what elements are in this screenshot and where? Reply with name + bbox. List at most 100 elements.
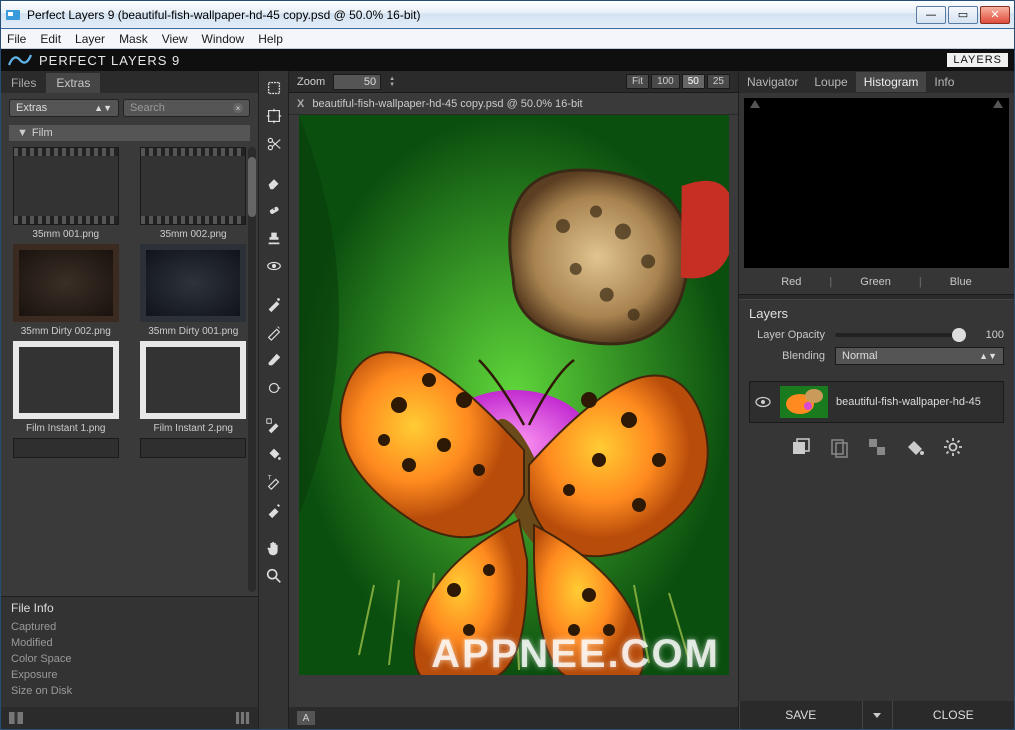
- file-info-panel: File Info Captured Modified Color Space …: [1, 596, 258, 707]
- opacity-row: Layer Opacity 100: [749, 329, 1004, 341]
- file-info-row: Color Space: [11, 651, 248, 667]
- tab-extras[interactable]: Extras: [46, 73, 100, 93]
- menubar: File Edit Layer Mask View Window Help: [1, 29, 1014, 49]
- save-button[interactable]: SAVE: [739, 701, 862, 729]
- updown-icon: ▲▼: [979, 351, 997, 361]
- maximize-button[interactable]: ▭: [948, 6, 978, 24]
- merge-layer-icon[interactable]: [865, 435, 889, 459]
- compare-mode-icon[interactable]: A: [297, 711, 315, 725]
- left-bottombar: [1, 707, 258, 729]
- stamp-tool-icon[interactable]: [261, 225, 287, 251]
- titlebar: Perfect Layers 9 (beautiful-fish-wallpap…: [1, 1, 1014, 29]
- thumb-item[interactable]: 35mm 001.png: [7, 147, 125, 240]
- zoom-label: Zoom: [297, 76, 325, 88]
- thumb-item[interactable]: Film Instant 1.png: [7, 341, 125, 434]
- tab-info[interactable]: Info: [926, 72, 962, 92]
- layers-panel: Layers Layer Opacity 100 Blending Normal…: [739, 300, 1014, 701]
- document-tab[interactable]: X beautiful-fish-wallpaper-hd-45 copy.ps…: [289, 93, 738, 115]
- settings-icon[interactable]: [941, 435, 965, 459]
- category-dropdown-label: Extras: [16, 102, 47, 114]
- brush-tool-icon[interactable]: [261, 347, 287, 373]
- document-tab-label: beautiful-fish-wallpaper-hd-45 copy.psd …: [312, 98, 582, 110]
- opacity-slider[interactable]: [835, 333, 966, 337]
- scissors-tool-icon[interactable]: [261, 131, 287, 157]
- text-tool-icon[interactable]: [261, 497, 287, 523]
- tab-histogram[interactable]: Histogram: [856, 72, 927, 92]
- filter-row: Extras ▲▼ Search ×: [1, 93, 258, 123]
- canvas-image: [299, 115, 729, 675]
- view-list-icon[interactable]: [9, 712, 23, 724]
- menu-file[interactable]: File: [7, 32, 26, 46]
- mask-brush-icon[interactable]: [261, 413, 287, 439]
- blending-row: Blending Normal ▲▼: [749, 347, 1004, 365]
- zoom-input[interactable]: 50: [333, 74, 381, 90]
- menu-mask[interactable]: Mask: [119, 32, 148, 46]
- clone-tool-icon[interactable]: [261, 375, 287, 401]
- file-info-title: File Info: [11, 601, 248, 615]
- tab-navigator[interactable]: Navigator: [739, 72, 806, 92]
- zoom-100-button[interactable]: 100: [651, 74, 680, 89]
- retouch-b-icon[interactable]: [261, 319, 287, 345]
- crop-tool-icon[interactable]: [261, 75, 287, 101]
- menu-help[interactable]: Help: [258, 32, 283, 46]
- visibility-icon[interactable]: [754, 396, 772, 408]
- tab-loupe[interactable]: Loupe: [806, 72, 855, 92]
- eraser-tool-icon[interactable]: [261, 169, 287, 195]
- close-button[interactable]: ✕: [980, 6, 1010, 24]
- layer-row[interactable]: beautiful-fish-wallpaper-hd-45: [749, 381, 1004, 423]
- channel-red[interactable]: Red: [781, 276, 801, 288]
- save-options-button[interactable]: [862, 701, 892, 729]
- highlight-clip-icon[interactable]: [993, 100, 1003, 108]
- tab-files[interactable]: Files: [1, 73, 46, 93]
- zoom-50-button[interactable]: 50: [682, 74, 705, 89]
- menu-view[interactable]: View: [162, 32, 188, 46]
- thumb-item[interactable]: [135, 438, 253, 458]
- minimize-button[interactable]: —: [916, 6, 946, 24]
- thumb-item[interactable]: Film Instant 2.png: [135, 341, 253, 434]
- canvas[interactable]: APPNEE.COM: [289, 115, 738, 707]
- shadow-clip-icon[interactable]: [750, 100, 760, 108]
- thumb-item[interactable]: 35mm Dirty 002.png: [7, 244, 125, 337]
- file-info-row: Exposure: [11, 667, 248, 683]
- duplicate-layer-icon[interactable]: [827, 435, 851, 459]
- search-input[interactable]: Search ×: [123, 99, 250, 117]
- zoom-stepper-icon[interactable]: ▲▼: [389, 76, 395, 88]
- menu-edit[interactable]: Edit: [40, 32, 61, 46]
- blending-select[interactable]: Normal ▲▼: [835, 347, 1004, 365]
- menu-layer[interactable]: Layer: [75, 32, 105, 46]
- menu-window[interactable]: Window: [202, 32, 245, 46]
- layer-thumbnail: [780, 386, 828, 418]
- file-info-row: Captured: [11, 619, 248, 635]
- brand-title: PERFECT LAYERS 9: [39, 53, 180, 68]
- heal-tool-icon[interactable]: [261, 197, 287, 223]
- category-dropdown[interactable]: Extras ▲▼: [9, 99, 119, 117]
- zoom-fit-button[interactable]: Fit: [626, 74, 649, 89]
- mask-shape-icon[interactable]: T: [261, 469, 287, 495]
- close-panel-button[interactable]: CLOSE: [892, 701, 1015, 729]
- channel-green[interactable]: Green: [860, 276, 891, 288]
- thumb-item[interactable]: 35mm Dirty 001.png: [135, 244, 253, 337]
- redeye-tool-icon[interactable]: [261, 253, 287, 279]
- layer-name: beautiful-fish-wallpaper-hd-45: [836, 396, 981, 408]
- layers-mode-button[interactable]: LAYERS: [947, 53, 1008, 67]
- zoom-25-button[interactable]: 25: [707, 74, 730, 89]
- section-film[interactable]: ▼ Film: [9, 125, 250, 141]
- zoom-bar: Zoom 50 ▲▼ Fit 100 50 25: [289, 71, 738, 93]
- retouch-a-icon[interactable]: [261, 291, 287, 317]
- scrollbar[interactable]: [248, 147, 256, 592]
- zoom-tool-icon[interactable]: [261, 563, 287, 589]
- channel-blue[interactable]: Blue: [950, 276, 972, 288]
- hand-tool-icon[interactable]: [261, 535, 287, 561]
- view-grid-icon[interactable]: [236, 712, 250, 724]
- thumbnail-grid: 35mm 001.png 35mm 002.png 35mm Dirty 002…: [1, 143, 258, 596]
- fill-layer-icon[interactable]: [903, 435, 927, 459]
- thumb-item[interactable]: 35mm 002.png: [135, 147, 253, 240]
- close-tab-icon[interactable]: X: [297, 98, 304, 110]
- new-layer-icon[interactable]: [789, 435, 813, 459]
- window-title: Perfect Layers 9 (beautiful-fish-wallpap…: [27, 8, 916, 22]
- transform-tool-icon[interactable]: [261, 103, 287, 129]
- clear-search-icon[interactable]: ×: [233, 103, 243, 113]
- mask-bucket-icon[interactable]: [261, 441, 287, 467]
- thumb-item[interactable]: [7, 438, 125, 458]
- file-info-row: Modified: [11, 635, 248, 651]
